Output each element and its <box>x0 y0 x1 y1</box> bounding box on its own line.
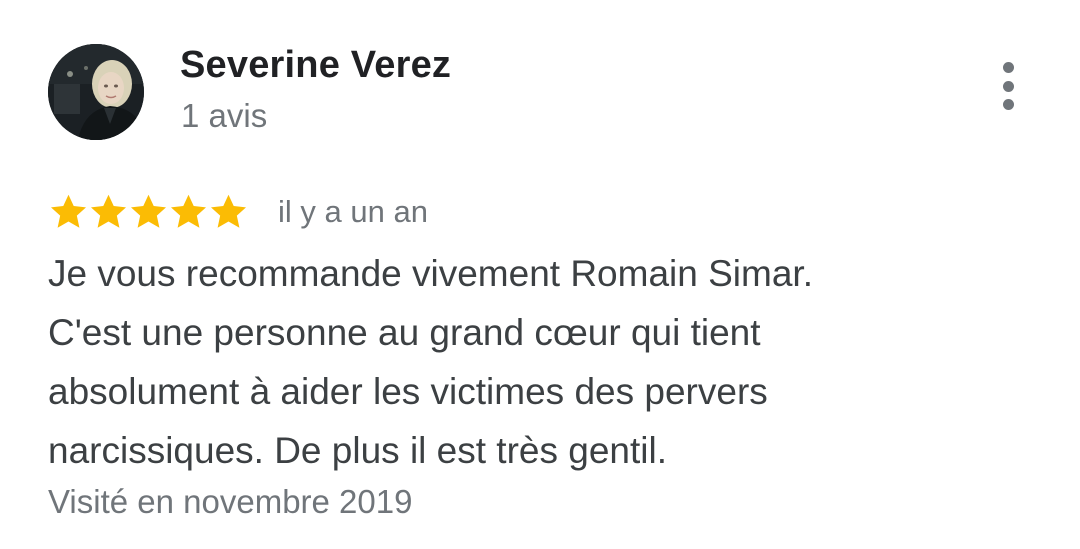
more-vert-icon-dot <box>1002 99 1014 110</box>
review-text-line: Je vous recommande vivement Romain Simar… <box>48 253 813 294</box>
author-name[interactable]: Severine Verez <box>180 44 451 87</box>
more-vert-icon <box>1002 62 1014 73</box>
star-icon <box>88 192 129 233</box>
avatar[interactable] <box>48 44 144 140</box>
rating-row: il y a un an <box>48 188 428 236</box>
more-options-button[interactable] <box>986 58 1030 114</box>
visit-date: Visité en novembre 2019 <box>48 483 413 520</box>
review-text-line: narcissiques. De plus il est très gentil… <box>48 430 667 471</box>
review-date: il y a un an <box>278 194 428 229</box>
review-text: Je vous recommande vivement Romain Simar… <box>48 244 1028 480</box>
more-vert-icon-dot <box>1002 80 1014 92</box>
review-card: Severine Verez 1 avis il y a un an Je vo… <box>0 0 1080 549</box>
review-text-line: absolument à aider les victimes des perv… <box>48 371 768 412</box>
profile-photo-avatar <box>48 44 144 140</box>
review-text-line: C'est une personne au grand cœur qui tie… <box>48 312 761 353</box>
star-icon <box>168 192 209 233</box>
star-icon <box>48 192 89 233</box>
star-icon <box>128 192 169 233</box>
star-rating <box>48 192 248 233</box>
star-icon <box>208 192 249 233</box>
author-review-count: 1 avis <box>181 97 268 134</box>
